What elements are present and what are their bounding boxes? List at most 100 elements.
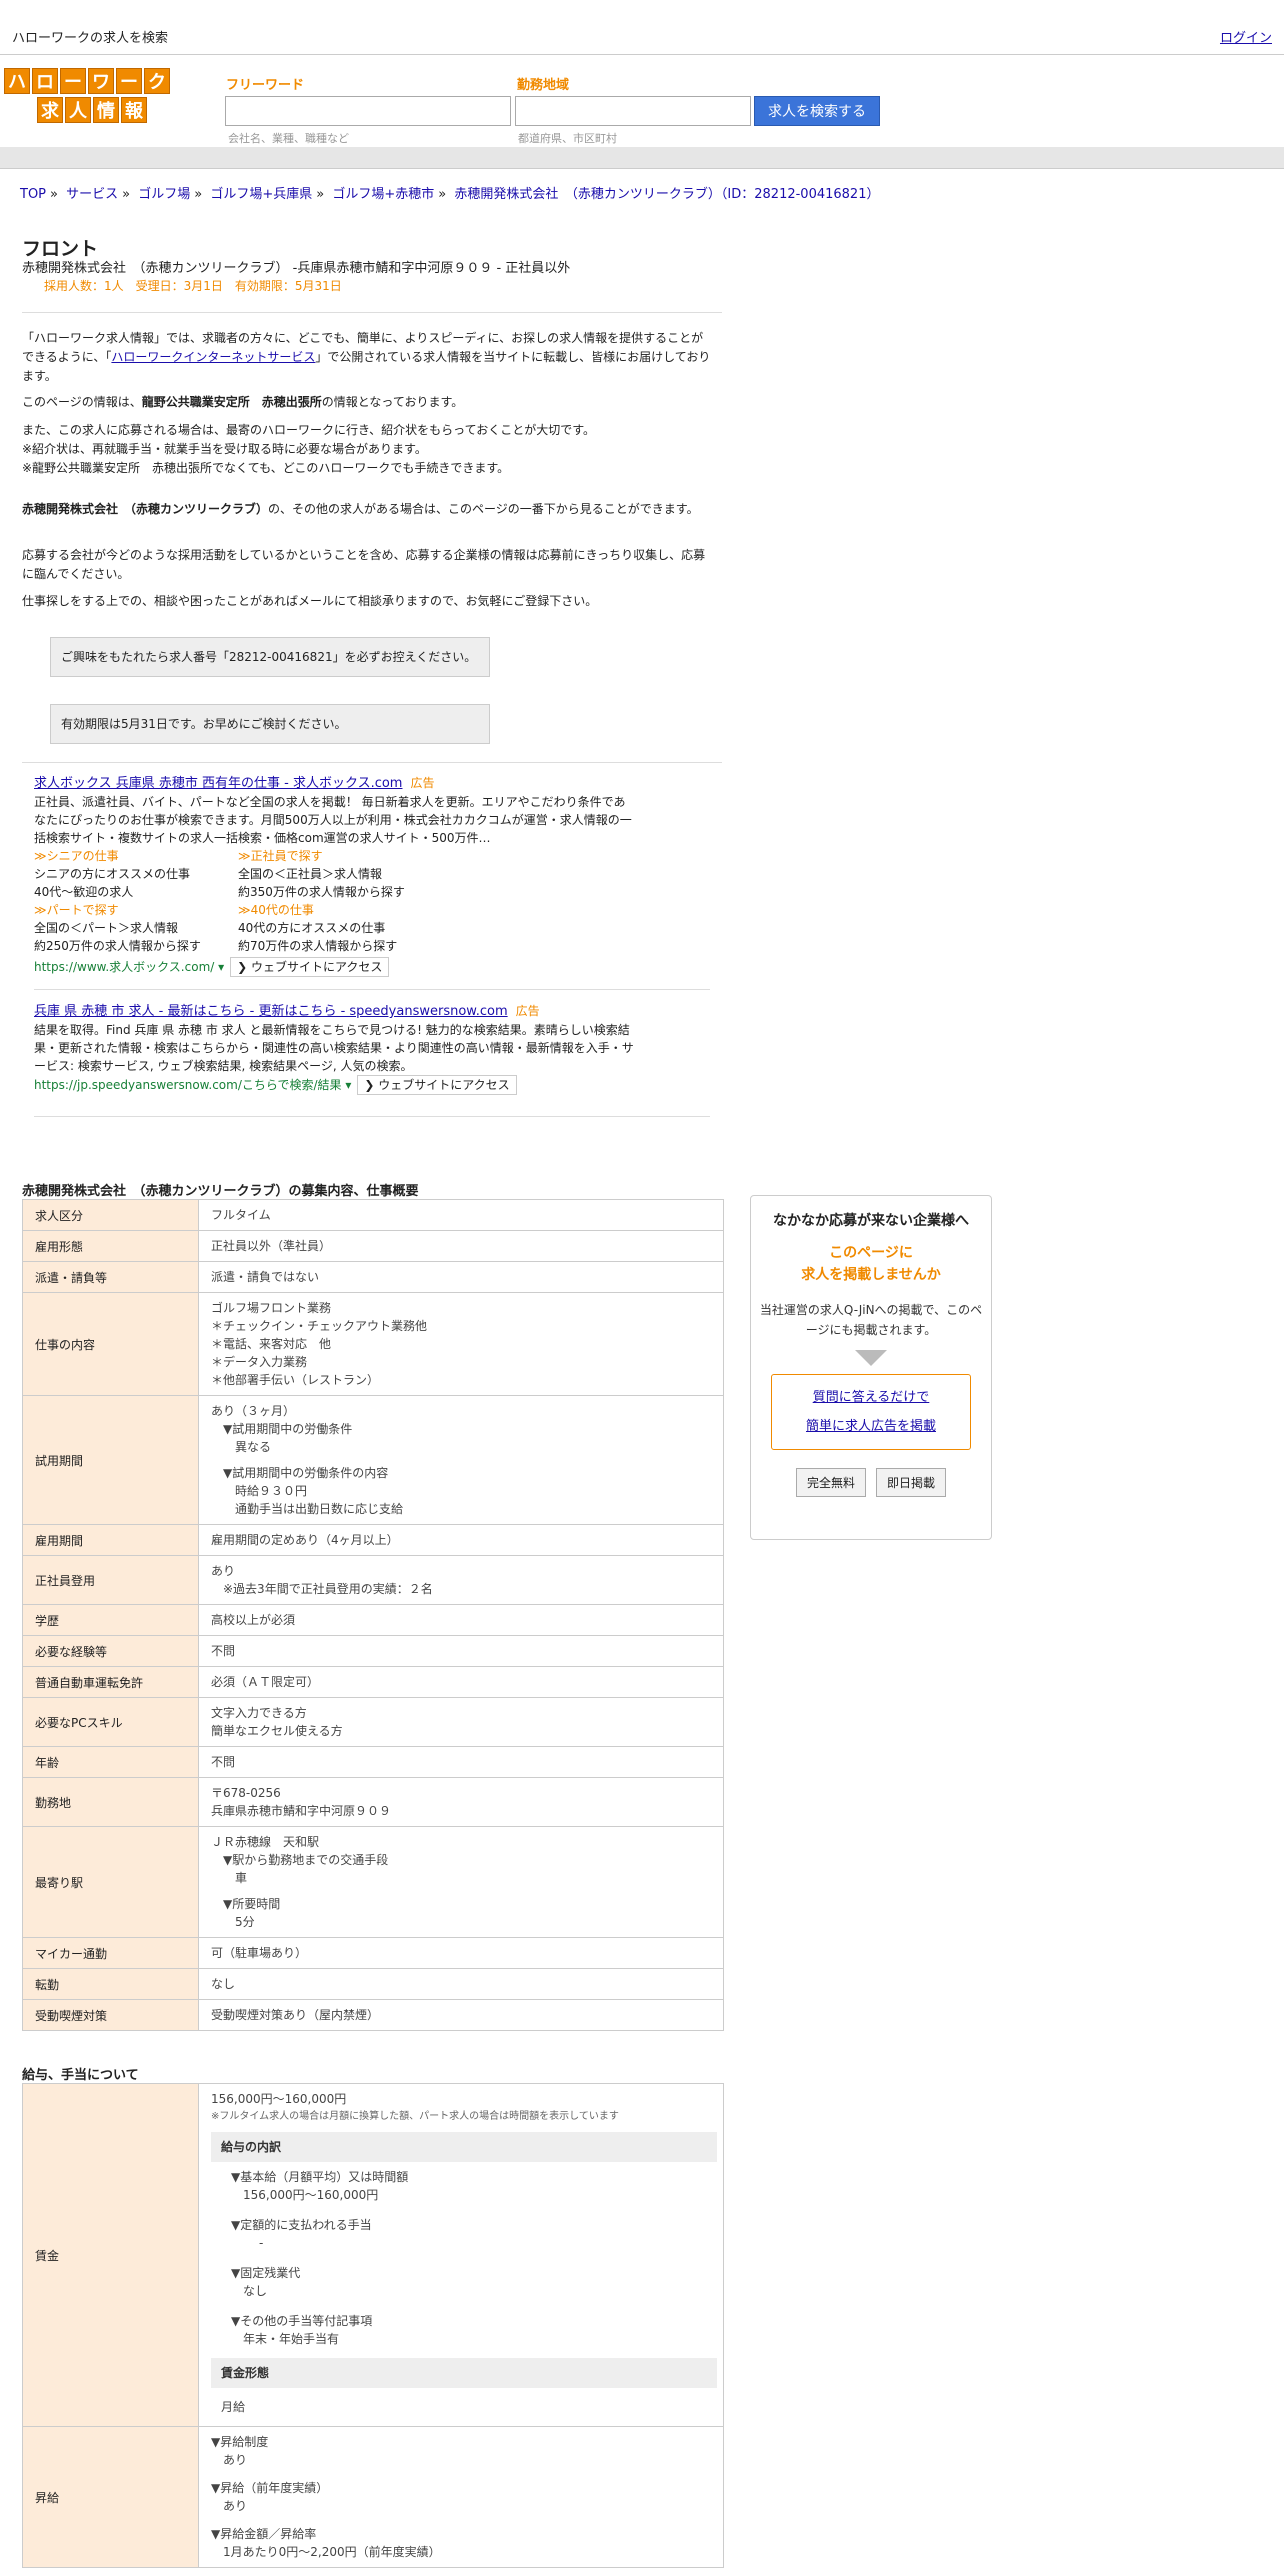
logo-char: ー [60, 68, 86, 94]
raise-label: 昇給 [22, 2426, 199, 2568]
ad-1-sitelink[interactable]: ≫40代の仕事 40代の方にオススメの仕事 約70万件の求人情報から探す [238, 901, 438, 955]
detail-label: 普通自動車運転免許 [22, 1666, 199, 1698]
table-row: 必要なPCスキル 文字入力できる方 簡単なエクセル使える方 [22, 1697, 724, 1747]
ad-2-url[interactable]: https://jp.speedyanswersnow.com/こちらで検索/結… [34, 1078, 351, 1092]
intro-paragraph-4: 赤穂開発株式会社 （赤穂カンツリークラブ）の、その他の求人がある場合は、このペー… [22, 502, 699, 516]
promo-description: 当社運営の求人Q-JiNへの掲載で、このページにも掲載されます。 [759, 1303, 983, 1337]
detail-value: 受動喫煙対策あり（屋内禁煙） [198, 1999, 724, 2031]
detail-value: 派遣・請負ではない [198, 1261, 724, 1293]
detail-label: 必要なPCスキル [22, 1697, 199, 1747]
table-row: 正社員登用 あり ※過去3年間で正社員登用の実績：２名 [22, 1555, 724, 1605]
ad-block-2: 兵庫 県 赤穂 市 求人 - 最新はこちら - 更新はこちら - speedya… [34, 1002, 634, 1095]
detail-label: 勤務地 [22, 1777, 199, 1827]
detail-value: 文字入力できる方 簡単なエクセル使える方 [198, 1697, 724, 1747]
detail-value: あり（３ヶ月） ▼試用期間中の労働条件 異なる ▼試用期間中の労働条件の内容 時… [198, 1395, 724, 1525]
table-row: 昇給 ▼昇給制度 あり ▼昇給（前年度実績） あり ▼昇給金額／昇給率 1月あたり0円… [22, 2426, 724, 2568]
table-row: 雇用期間 雇用期間の定めあり（4ヶ月以上） [22, 1524, 724, 1556]
salary-section-title: 給与、手当について [22, 2068, 139, 2083]
promo-links: 質問に答えるだけで 簡単に求人広告を掲載 [771, 1374, 971, 1450]
site-logo[interactable]: ハローワーク 求人情報 [4, 68, 180, 126]
detail-label: マイカー通勤 [22, 1937, 199, 1969]
logo-char: 求 [37, 97, 63, 123]
ad-1-visit-button[interactable]: ❯ ウェブサイトにアクセス [230, 957, 390, 977]
same-day-button[interactable]: 即日掲載 [876, 1468, 947, 1497]
job-meta: 採用人数：1人 受理日：3月1日 有効期限：5月31日 [44, 279, 342, 293]
table-row: 雇用形態 正社員以外（準社員） [22, 1230, 724, 1262]
detail-label: 受動喫煙対策 [22, 1999, 199, 2031]
login-link[interactable]: ログイン [1220, 27, 1272, 46]
ad-2-visit-button[interactable]: ❯ ウェブサイトにアクセス [357, 1075, 517, 1095]
detail-value: あり ※過去3年間で正社員登用の実績：２名 [198, 1555, 724, 1605]
ad-1-sitelinks: ≫シニアの仕事 シニアの方にオススメの仕事 40代～歓迎の求人 ≫正社員で探す 全国の… [34, 847, 634, 955]
ad-1-sitelink[interactable]: ≫シニアの仕事 シニアの方にオススメの仕事 40代～歓迎の求人 [34, 847, 234, 901]
ad-1-url[interactable]: https://www.求人ボックス.com/ ▾ [34, 960, 224, 974]
detail-value: 〒678-0256 兵庫県赤穂市鯖和字中河原９０９ [198, 1777, 724, 1827]
area-label: 勤務地域 [517, 78, 570, 93]
detail-value: 可（駐車場あり） [198, 1937, 724, 1969]
ad-1-tag: 広告 [410, 776, 435, 790]
ad-1-headline[interactable]: 求人ボックス 兵庫県 赤穂市 西有年の仕事 - 求人ボックス.com [34, 776, 402, 791]
detail-label: 仕事の内容 [22, 1292, 199, 1396]
table-row: 学歴 高校以上が必須 [22, 1604, 724, 1636]
breadcrumb-service[interactable]: サービス [66, 187, 118, 202]
intro-paragraph-2: このページの情報は、龍野公共職業安定所 赤穂出張所の情報となっております。 [22, 395, 464, 409]
detail-value: 雇用期間の定めあり（4ヶ月以上） [198, 1524, 724, 1556]
area-hint: 都道府県、市区町村 [518, 132, 617, 145]
free-button[interactable]: 完全無料 [795, 1468, 866, 1497]
site-name: ハローワークの求人を検索 [12, 31, 169, 46]
divider [22, 762, 722, 763]
detail-label: 必要な経験等 [22, 1635, 199, 1667]
breadcrumb-top[interactable]: TOP [20, 187, 46, 202]
detail-value: 不問 [198, 1746, 724, 1778]
logo-char: ー [116, 68, 142, 94]
detail-label: 最寄り駅 [22, 1826, 199, 1938]
breadcrumb-golf-ako[interactable]: ゴルフ場+赤穂市 [332, 187, 434, 202]
table-row: 試用期間 あり（３ヶ月） ▼試用期間中の労働条件 異なる ▼試用期間中の労働条件の… [22, 1395, 724, 1525]
expiry-box: 有効期限は5月31日です。お早めにご検討ください。 [50, 704, 490, 744]
detail-value: フルタイム [198, 1199, 724, 1231]
table-row: 転勤 なし [22, 1968, 724, 2000]
detail-label: 転勤 [22, 1968, 199, 2000]
logo-char: ワ [88, 68, 114, 94]
divider [34, 1116, 710, 1117]
intro-paragraph-6: 仕事探しをする上での、相談や困ったことがあればメールにて相談承りますので、お気軽… [22, 594, 598, 608]
breadcrumb-golf-hyogo[interactable]: ゴルフ場+兵庫県 [210, 187, 312, 202]
keyword-input[interactable] [225, 96, 511, 126]
detail-value: ゴルフ場フロント業務 ＊チェックイン・チェックアウト業務他 ＊電話、来客対応 他＊デ… [198, 1292, 724, 1396]
intro-paragraph-5: 応募する会社が今どのような採用活動をしているかということを含め、応募する企業様の… [22, 548, 706, 581]
table-row: 受動喫煙対策 受動喫煙対策あり（屋内禁煙） [22, 1999, 724, 2031]
table-row: 年齢 不問 [22, 1746, 724, 1778]
logo-char: ロ [32, 68, 58, 94]
ad-1-sitelink[interactable]: ≫正社員で探す 全国の＜正社員＞求人情報 約350万件の求人情報から探す [238, 847, 438, 901]
intro-paragraph-3: また、この求人に応募される場合は、最寄のハローワークに行き、紹介状をもらっておく… [22, 423, 596, 475]
promo-link-questions[interactable]: 質問に答えるだけで [813, 1390, 930, 1405]
details-table: 求人区分 フルタイム 雇用形態 正社員以外（準社員） 派遣・請負等 派遣・請負ではない 仕事… [22, 1199, 724, 2031]
table-row: 必要な経験等 不問 [22, 1635, 724, 1667]
hellowork-link[interactable]: ハローワークインターネットサービス [111, 350, 315, 364]
promo-link-post-ad[interactable]: 簡単に求人広告を掲載 [806, 1419, 936, 1434]
divider [34, 989, 710, 990]
detail-label: 雇用形態 [22, 1230, 199, 1262]
intro-paragraph-1: 「ハローワーク求人情報」では、求職者の方々に、どこでも、簡単に、よりスピーディに… [22, 331, 711, 383]
ad-2-tag: 広告 [515, 1004, 540, 1018]
detail-label: 派遣・請負等 [22, 1261, 199, 1293]
job-number-box: ご興味をもたれたら求人番号「28212-00416821」を必ずお控えください。 [50, 637, 490, 677]
ad-2-headline[interactable]: 兵庫 県 赤穂 市 求人 - 最新はこちら - 更新はこちら - speedya… [34, 1004, 508, 1019]
keyword-hint: 会社名、業種、職種など [228, 132, 349, 145]
logo-char: 人 [65, 97, 91, 123]
header-divider [0, 147, 1284, 169]
detail-value: ＪＲ赤穂線 天和駅 ▼駅から勤務地までの交通手段 車 ▼所要時間 5分 [198, 1826, 724, 1938]
header: ハローワーク 求人情報 フリーワード 会社名、業種、職種など 勤務地域 都道府県… [0, 56, 1284, 146]
detail-label: 試用期間 [22, 1395, 199, 1525]
area-input[interactable] [515, 96, 751, 126]
breadcrumb-current[interactable]: 赤穂開発株式会社 （赤穂カンツリークラブ）（ID：28212-00416821） [454, 187, 879, 202]
ad-2-body: 結果を取得。Find 兵庫 県 赤穂 市 求人 と最新情報をこちらで見つける! … [34, 1023, 634, 1073]
breadcrumb-golf[interactable]: ゴルフ場 [138, 187, 190, 202]
ad-1-sitelink[interactable]: ≫パートで探す 全国の＜パート＞求人情報 約250万件の求人情報から探す [34, 901, 234, 955]
table-row: 普通自動車運転免許 必須（ＡＴ限定可） [22, 1666, 724, 1698]
detail-value: 不問 [198, 1635, 724, 1667]
keyword-label: フリーワード [226, 78, 305, 93]
table-row: 派遣・請負等 派遣・請負ではない [22, 1261, 724, 1293]
search-button[interactable]: 求人を検索する [754, 96, 880, 126]
table-row: 最寄り駅 ＪＲ赤穂線 天和駅 ▼駅から勤務地までの交通手段 車 ▼所要時間 5分 [22, 1826, 724, 1938]
